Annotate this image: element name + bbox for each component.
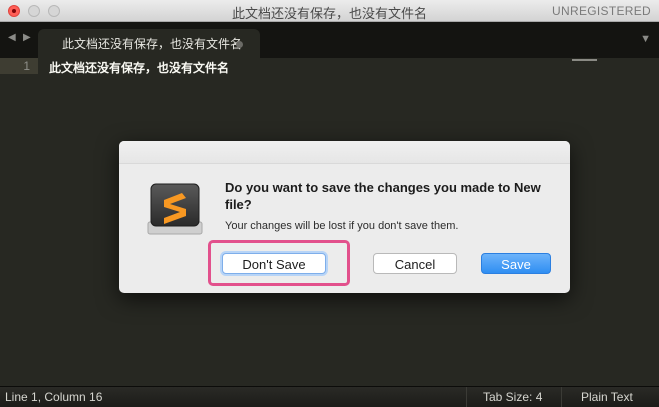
syntax-selector[interactable]: Plain Text — [581, 390, 633, 404]
tab-menu-icon[interactable]: ▼ — [640, 33, 651, 45]
tab-bar: ◀ ▶ 此文档还没有保存，也没有文件名 ▼ — [0, 22, 659, 58]
cursor-position: Line 1, Column 16 — [5, 390, 103, 404]
unsaved-dot-icon[interactable] — [236, 41, 243, 48]
save-button[interactable]: Save — [481, 253, 551, 274]
cancel-button[interactable]: Cancel — [373, 253, 457, 274]
tab-nav-left-icon[interactable]: ◀ — [8, 32, 16, 43]
dialog-message: Your changes will be lost if you don't s… — [225, 220, 459, 232]
tab-untitled[interactable]: 此文档还没有保存，也没有文件名 — [38, 29, 260, 58]
dialog-titlebar — [119, 141, 570, 164]
annotation-highlight-box — [208, 240, 350, 286]
window-titlebar: 此文档还没有保存，也没有文件名 UNREGISTERED — [0, 0, 659, 22]
editor-line[interactable]: 此文档还没有保存，也没有文件名 — [49, 59, 229, 76]
tab-nav-right-icon[interactable]: ▶ — [23, 32, 31, 43]
tab-label: 此文档还没有保存，也没有文件名 — [62, 37, 243, 51]
tab-size-selector[interactable]: Tab Size: 4 — [483, 390, 542, 404]
unregistered-label: UNREGISTERED — [552, 4, 651, 18]
status-divider — [561, 387, 562, 407]
dialog-heading: Do you want to save the changes you made… — [225, 180, 541, 212]
status-divider — [466, 387, 467, 407]
status-bar: Line 1, Column 16 Tab Size: 4 Plain Text — [0, 386, 659, 407]
sublime-text-icon — [147, 183, 203, 235]
line-number: 1 — [23, 59, 30, 73]
minimap[interactable] — [572, 59, 597, 61]
